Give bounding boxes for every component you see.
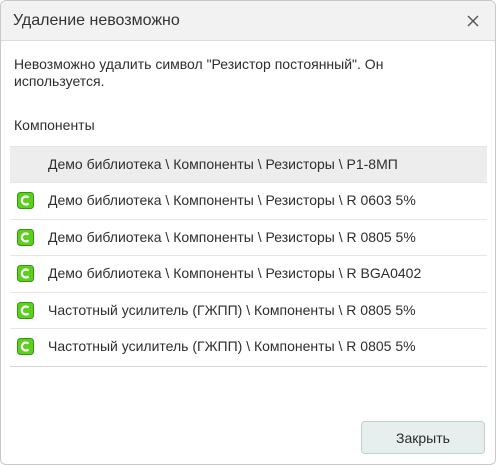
list-item-label: Демо библиотека \ Компоненты \ Резисторы… (48, 228, 416, 245)
component-icon (17, 265, 34, 282)
list-item[interactable]: Демо библиотека \ Компоненты \ Резисторы… (10, 256, 487, 293)
list-item-label: Демо библиотека \ Компоненты \ Резисторы… (48, 192, 416, 208)
list-item[interactable]: Демо библиотека \ Компоненты \ Резисторы… (10, 220, 487, 256)
list-item-label: Демо библиотека \ Компоненты \ Резисторы… (48, 265, 422, 281)
dialog-message: Невозможно удалить символ "Резистор пост… (14, 56, 384, 89)
list-item-selected[interactable]: Демо библиотека \ Компоненты \ Резисторы… (10, 147, 487, 183)
close-icon-glyph (467, 15, 479, 27)
component-icon (17, 301, 34, 319)
component-icon (17, 192, 34, 209)
component-icon (17, 228, 34, 246)
close-icon[interactable] (461, 9, 485, 33)
dialog-titlebar: Удаление невозможно (1, 1, 495, 41)
close-button[interactable]: Закрыть (361, 421, 485, 454)
list-item-label: Демо библиотека \ Компоненты \ Резисторы… (48, 156, 398, 172)
dialog-title: Удаление невозможно (13, 12, 180, 29)
list-item[interactable]: Демо библиотека \ Компоненты \ Резисторы… (10, 183, 487, 220)
list-item-label: Частотный усилитель (ГЖПП) \ Компоненты … (48, 338, 416, 354)
list-item[interactable]: Частотный усилитель (ГЖПП) \ Компоненты … (10, 329, 487, 366)
component-icon (17, 338, 34, 355)
list-item[interactable]: Частотный усилитель (ГЖПП) \ Компоненты … (10, 293, 487, 329)
list-item-label: Частотный усилитель (ГЖПП) \ Компоненты … (48, 301, 416, 318)
delete-impossible-dialog: Удаление невозможно Невозможно удалить с… (0, 0, 496, 465)
components-list: Демо библиотека \ Компоненты \ Резисторы… (10, 146, 487, 367)
components-section-label: Компоненты (14, 117, 95, 133)
